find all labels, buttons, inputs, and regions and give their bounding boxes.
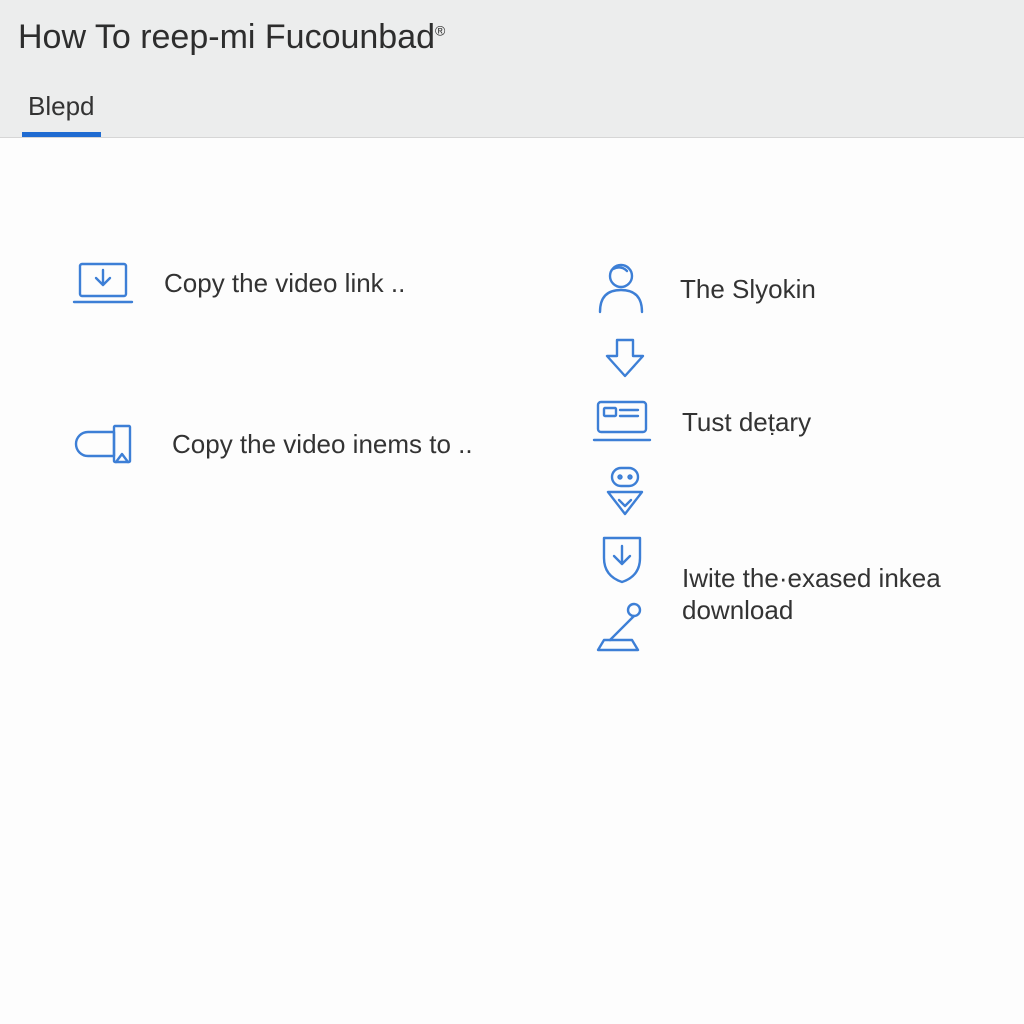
tabs: Blepd [18,91,1006,137]
page-title: How To reep-mi Fucounbad® [18,18,1006,57]
content: Copy the video link .. Copy the video in… [0,138,1024,670]
step-text: The Slyokin [680,273,816,306]
laptop-download-icon [70,258,136,308]
step-copy-link: Copy the video link .. [70,258,530,308]
step-tust-detary: Tust deṭary [590,396,984,448]
arrow-down-2 [590,462,660,518]
header: How To reep-mi Fucounbad® Blepd [0,0,1024,138]
arrow-down-icon [602,334,648,382]
step-text: Tust deṭary [682,406,811,439]
title-mark: ® [435,23,445,39]
arrow-down-1 [590,334,660,382]
shield-download-icon [596,532,648,586]
step-copy-inems: Copy the video inems to .. [70,418,530,470]
tab-label: Blepd [28,91,95,121]
monitor-card-icon [590,396,654,448]
person-icon [590,258,652,320]
step-text: Copy the video link .. [164,267,405,300]
right-column: The Slyokin Tust deṭary [590,258,984,670]
left-column: Copy the video link .. Copy the video in… [70,258,530,670]
step-text: Iwite the·exased inkea download [682,562,984,627]
title-text: How To reep-mi Fucounbad [18,18,435,56]
joystick-icon [590,600,654,656]
step-slyokin: The Slyokin [590,258,984,320]
robot-arrow-down-icon [600,462,650,518]
bullet-bookmark-icon [70,418,144,470]
step-text: Copy the video inems to .. [172,428,473,461]
tab-blepd[interactable]: Blepd [22,91,101,137]
step-iwite-download: Iwite the·exased inkea download [590,532,984,656]
icon-stack [590,532,654,656]
